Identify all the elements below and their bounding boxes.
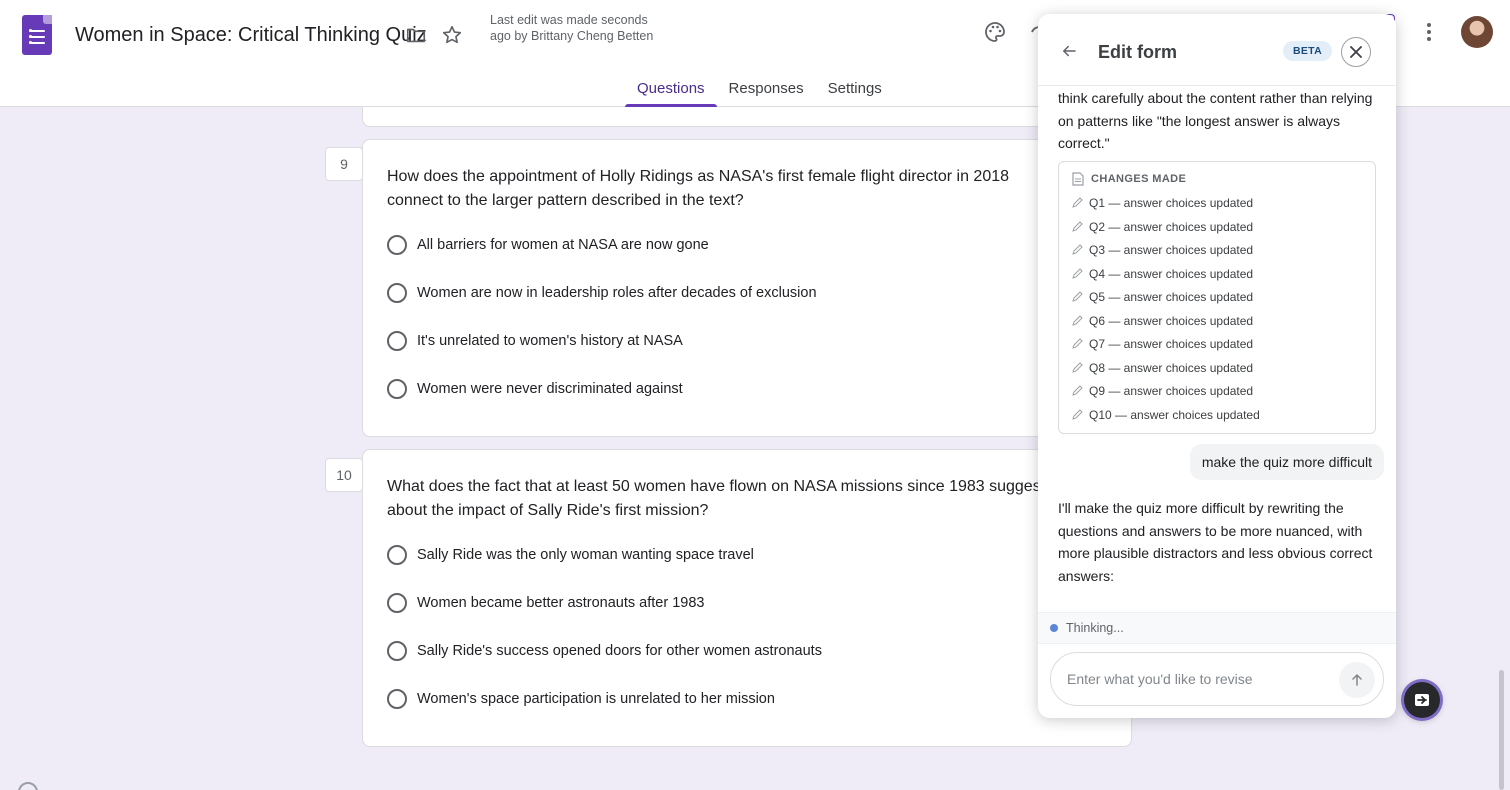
back-arrow-icon[interactable] [1060,42,1078,65]
chat-history[interactable]: think carefully about the content rather… [1038,86,1396,612]
assistant-message: think carefully about the content rather… [1058,90,1373,152]
change-item: Q8 — answer choices updated [1071,361,1253,375]
answer-option[interactable]: All barriers for women at NASA are now g… [387,235,709,255]
avatar[interactable] [1461,16,1493,48]
pencil-icon [1072,408,1083,420]
palette-icon[interactable] [983,20,1007,49]
change-item: Q3 — answer choices updated [1071,243,1253,257]
radio-button[interactable] [387,641,407,661]
folder-icon[interactable] [405,24,427,51]
star-icon[interactable] [441,24,463,51]
tab-questions[interactable]: Questions [625,70,717,107]
form-tabs: Questions Responses Settings [625,70,894,107]
question-text: What does the fact that at least 50 wome… [387,478,1041,519]
last-edit-status[interactable]: Last edit was made seconds ago by Britta… [490,12,665,44]
close-icon [1350,46,1362,58]
document-icon [1072,172,1084,191]
panel-header: Edit form BETA [1038,14,1396,86]
answer-option[interactable]: Women are now in leadership roles after … [387,283,817,303]
edit-form-panel: Edit form BETA think carefully about the… [1038,14,1396,718]
radio-button[interactable] [387,379,407,399]
change-item: Q1 — answer choices updated [1071,196,1253,210]
radio-button[interactable] [387,593,407,613]
radio-button[interactable] [387,331,407,351]
tab-responses[interactable]: Responses [717,70,816,107]
pencil-icon [1072,267,1083,279]
change-item: Q5 — answer choices updated [1071,290,1253,304]
change-item: Q2 — answer choices updated [1071,220,1253,234]
question-card-9[interactable]: How does the appointment of Holly Riding… [362,139,1132,437]
assistant-message: I'll make the quiz more difficult by rew… [1058,500,1373,585]
pencil-icon [1072,244,1083,255]
change-item: Q10 — answer choices updated [1071,408,1260,422]
revise-input[interactable] [1067,668,1327,690]
answer-option[interactable]: Women were never discriminated against [387,379,683,399]
change-item: Q6 — answer choices updated [1071,314,1253,328]
pencil-icon [1072,197,1083,208]
status-dot-icon [1050,624,1058,632]
close-button[interactable] [1341,37,1371,67]
help-icon[interactable] [18,782,38,790]
radio-button[interactable] [387,545,407,565]
question-number-badge: 9 [325,147,363,181]
more-vert-icon[interactable] [1418,20,1440,49]
changes-label: CHANGES MADE [1091,173,1187,185]
thinking-status: Thinking... [1038,612,1396,644]
form-title[interactable]: Women in Space: Critical Thinking Quiz [75,24,427,47]
arrow-up-icon [1352,674,1362,686]
answer-option[interactable]: Sally Ride's success opened doors for ot… [387,641,822,661]
edit-assistant-icon [1415,694,1429,706]
question-number-badge: 10 [325,458,363,492]
pencil-icon [1072,385,1083,396]
change-item: Q9 — answer choices updated [1071,384,1253,398]
pencil-icon [1072,220,1083,232]
change-item: Q4 — answer choices updated [1071,267,1253,281]
pencil-icon [1072,314,1083,326]
pencil-icon [1072,291,1083,302]
beta-badge: BETA [1283,41,1333,61]
tab-settings[interactable]: Settings [816,70,894,107]
send-message-button[interactable] [1339,662,1375,698]
pencil-icon [1072,361,1083,373]
radio-button[interactable] [387,689,407,709]
radio-button[interactable] [387,283,407,303]
radio-button[interactable] [387,235,407,255]
user-message: make the quiz more difficult [1189,444,1384,480]
revise-input-box [1050,652,1384,706]
forms-logo-icon[interactable] [22,15,52,55]
ai-assistant-launcher-button[interactable] [1404,682,1440,718]
panel-title: Edit form [1098,42,1177,62]
answer-option[interactable]: It's unrelated to women's history at NAS… [387,331,683,351]
changes-made-box: CHANGES MADE Q1 — answer choices updated… [1058,161,1376,434]
question-text: How does the appointment of Holly Riding… [387,168,1010,209]
question-card-10[interactable]: What does the fact that at least 50 wome… [362,449,1132,747]
answer-option[interactable]: Sally Ride was the only woman wanting sp… [387,545,754,565]
answer-option[interactable]: Women's space participation is unrelated… [387,689,775,709]
page-scrollbar[interactable] [1499,670,1504,790]
change-item: Q7 — answer choices updated [1071,337,1253,351]
pencil-icon [1072,338,1083,349]
answer-option[interactable]: Women became better astronauts after 198… [387,593,704,613]
